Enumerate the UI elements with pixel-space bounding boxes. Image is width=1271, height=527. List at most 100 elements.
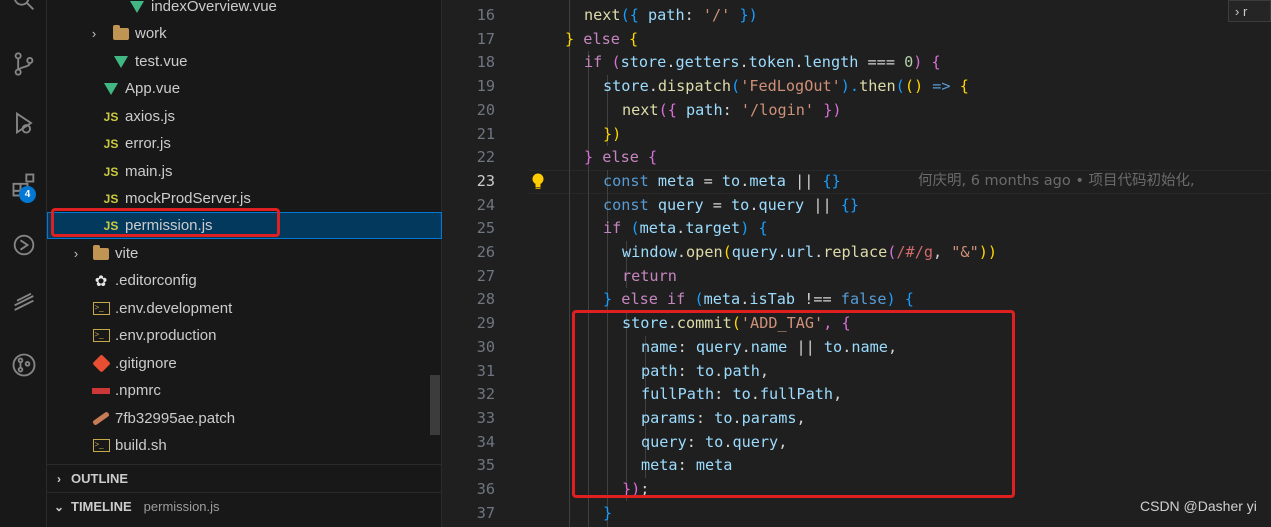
folder-label: vite <box>115 245 139 262</box>
js-icon: JS <box>103 164 119 179</box>
file-label: 7fb32995ae.patch <box>115 410 236 427</box>
file-item[interactable]: 7fb32995ae.patch <box>47 405 442 432</box>
git-icon <box>89 354 113 373</box>
gear-icon: ✿ <box>94 272 108 290</box>
code-line: if (meta.target) { <box>603 219 768 237</box>
line-number: 33 <box>476 409 495 427</box>
line-number: 26 <box>476 243 495 261</box>
file-item[interactable]: >_ .env.production <box>47 322 442 349</box>
file-label: build.sh <box>115 437 167 454</box>
git-graph-icon[interactable] <box>0 343 47 387</box>
js-icon: JS <box>103 191 119 206</box>
line-number: 25 <box>476 219 495 237</box>
file-label: .npmrc <box>115 382 161 399</box>
line-number: 24 <box>476 196 495 214</box>
line-number: 32 <box>476 385 495 403</box>
js-icon: JS <box>103 109 119 124</box>
file-label: test.vue <box>135 53 188 70</box>
line-number: 28 <box>476 290 495 308</box>
stacks-icon[interactable] <box>0 281 47 325</box>
extensions-badge: 4 <box>19 186 36 203</box>
line-number-active: 23 <box>476 172 495 190</box>
line-number: 34 <box>476 433 495 451</box>
code-line: next({ path: '/' }) <box>584 6 758 24</box>
line-number: 29 <box>476 314 495 332</box>
timeline-file: permission.js <box>143 499 220 514</box>
folder-label: work <box>135 25 167 42</box>
terminal-icon: >_ <box>89 302 113 315</box>
line-number: 16 <box>476 6 495 24</box>
file-label: .gitignore <box>115 355 177 372</box>
line-number: 17 <box>476 30 495 48</box>
timeline-section-header[interactable]: ⌄ TIMELINE permission.js <box>47 492 442 520</box>
line-number: 21 <box>476 125 495 143</box>
file-label: .editorconfig <box>115 272 197 289</box>
file-label: error.js <box>125 135 171 152</box>
code-line: const query = to.query || {} <box>603 196 860 214</box>
code-line-active: const meta = to.meta || {} <box>603 172 841 190</box>
file-label: indexOverview.vue <box>151 0 277 15</box>
file-item[interactable]: .gitignore <box>47 350 442 377</box>
chevron-right-icon: › <box>73 246 79 261</box>
folder-item[interactable]: › vite <box>47 240 442 267</box>
file-item[interactable]: App.vue <box>47 75 442 102</box>
code-line: } else { <box>584 148 658 166</box>
file-item[interactable]: >_ .env.development <box>47 295 442 322</box>
remote-explorer-icon[interactable] <box>0 223 47 267</box>
chevron-right-icon: › <box>1235 3 1240 19</box>
code-line: if (store.getters.token.length === 0) { <box>584 53 941 71</box>
chevron-right-icon: › <box>57 471 61 486</box>
code-line: }) <box>603 125 622 143</box>
git-blame-annotation: 何庆明, 6 months ago • 项目代码初始化, <box>918 173 1195 189</box>
highlight-box <box>572 310 1015 498</box>
terminal-icon: >_ <box>89 329 113 342</box>
file-label: .env.development <box>115 300 233 317</box>
line-number: 18 <box>476 53 495 71</box>
folder-item[interactable]: › work <box>47 20 442 47</box>
file-item[interactable]: ✿ .editorconfig <box>47 267 442 294</box>
file-label: axios.js <box>125 108 176 125</box>
search-icon[interactable] <box>0 0 47 22</box>
code-line: } else if (meta.isTab !== false) { <box>603 290 914 308</box>
explorer-panel: indexOverview.vue › work test.vue App.vu… <box>47 0 442 527</box>
file-label: .env.production <box>115 327 217 344</box>
chevron-right-icon: › <box>91 26 97 41</box>
source-control-icon[interactable] <box>0 42 47 86</box>
code-line: } else { <box>565 30 639 48</box>
js-icon: JS <box>103 136 119 151</box>
code-line: store.dispatch('FedLogOut').then(() => { <box>603 77 969 95</box>
file-item[interactable]: test.vue <box>47 48 442 75</box>
outline-title: OUTLINE <box>71 471 129 486</box>
line-number: 20 <box>476 101 495 119</box>
line-number: 35 <box>476 456 495 474</box>
outline-section-header[interactable]: › OUTLINE <box>47 464 442 492</box>
file-label: main.js <box>125 163 173 180</box>
file-item[interactable]: .npmrc <box>47 377 442 404</box>
code-line: return <box>622 267 677 285</box>
terminal-icon: >_ <box>89 439 113 452</box>
line-number: 30 <box>476 338 495 356</box>
code-editor[interactable]: 16 17 18 19 20 21 22 23 24 25 26 27 28 2… <box>443 0 1271 527</box>
chevron-down-icon: ⌄ <box>53 499 65 514</box>
file-item[interactable]: JS main.js <box>47 158 442 185</box>
line-number: 22 <box>476 148 495 166</box>
explorer-scrollbar[interactable] <box>430 375 440 435</box>
patch-icon <box>89 411 113 426</box>
file-label: mockProdServer.js <box>125 190 251 207</box>
line-number: 36 <box>476 480 495 498</box>
breadcrumb-toggle[interactable]: › r <box>1228 0 1271 22</box>
file-item[interactable]: JS axios.js <box>47 103 442 130</box>
watermark: CSDN @Dasher yi <box>1140 498 1257 514</box>
file-item[interactable]: JS error.js <box>47 130 442 157</box>
code-line: next({ path: '/login' }) <box>622 101 842 119</box>
activity-bar: 4 <box>0 0 47 527</box>
file-item[interactable]: indexOverview.vue <box>47 0 442 20</box>
line-number: 31 <box>476 362 495 380</box>
run-debug-icon[interactable] <box>0 101 47 145</box>
code-line: } <box>603 504 613 522</box>
timeline-title: TIMELINE <box>71 499 132 514</box>
file-item[interactable]: >_ build.sh <box>47 432 442 459</box>
line-number: 27 <box>476 267 495 285</box>
lightbulb-icon[interactable] <box>531 172 545 190</box>
npm-icon <box>89 387 113 394</box>
